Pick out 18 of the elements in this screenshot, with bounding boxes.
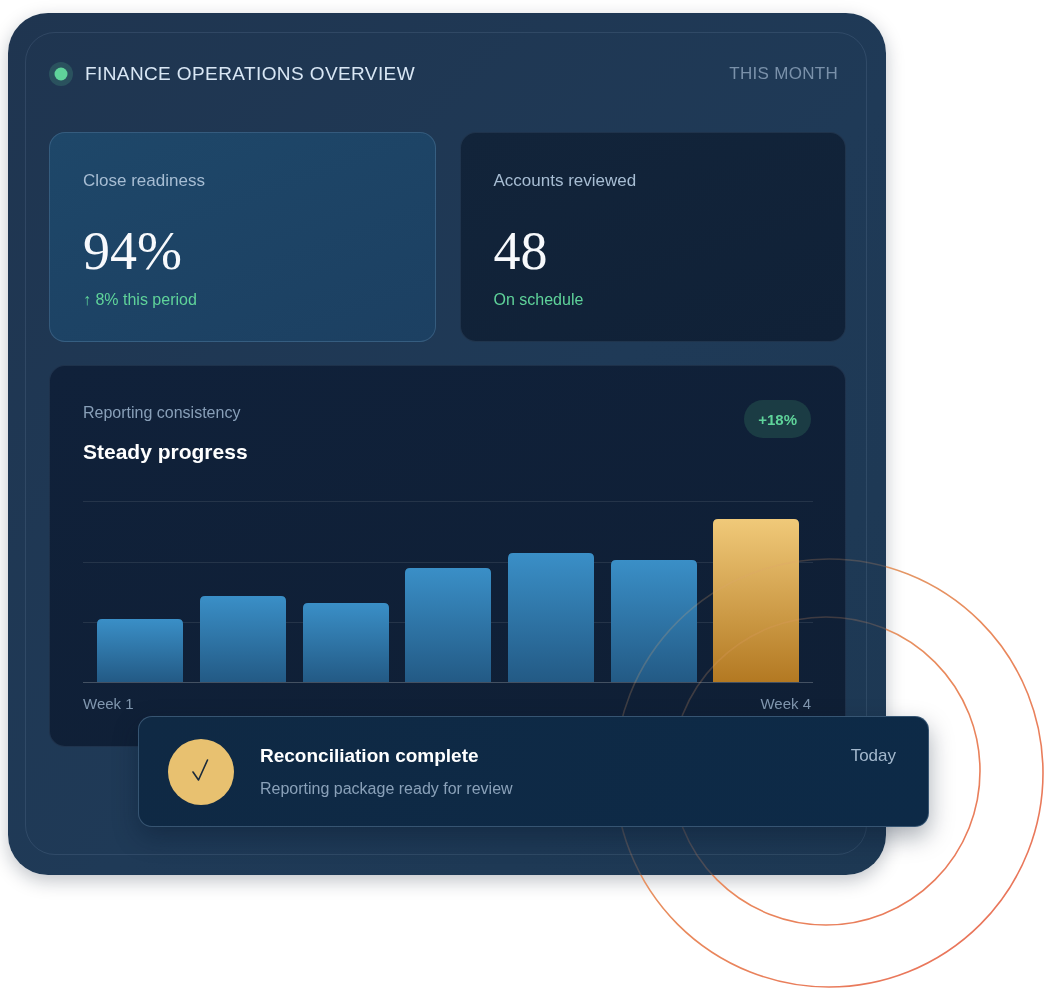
metric-change: On schedule [493, 290, 584, 310]
notification-message: Reporting package ready for review [260, 779, 513, 799]
metric-value: 48 [493, 224, 548, 278]
metric-label: Accounts reviewed [493, 170, 637, 192]
change-badge: +18% [744, 400, 811, 438]
period-label: THIS MONTH [729, 64, 839, 84]
notification-title: Reconciliation complete [260, 744, 479, 768]
metric-change: ↑ 8% this period [83, 290, 197, 310]
chart-label: Reporting consistency [83, 403, 241, 423]
check-icon [168, 738, 234, 805]
axis-label: Week 4 [760, 694, 811, 714]
metric-label: Close readiness [83, 170, 205, 192]
dashboard-title: FINANCE OPERATIONS OVERVIEW [85, 63, 415, 85]
chart-title: Steady progress [83, 439, 248, 465]
notification-time: Today [850, 745, 896, 767]
metric-value: 94% [83, 224, 182, 278]
status-dot-icon [49, 62, 73, 86]
axis-label: Week 1 [83, 694, 134, 714]
